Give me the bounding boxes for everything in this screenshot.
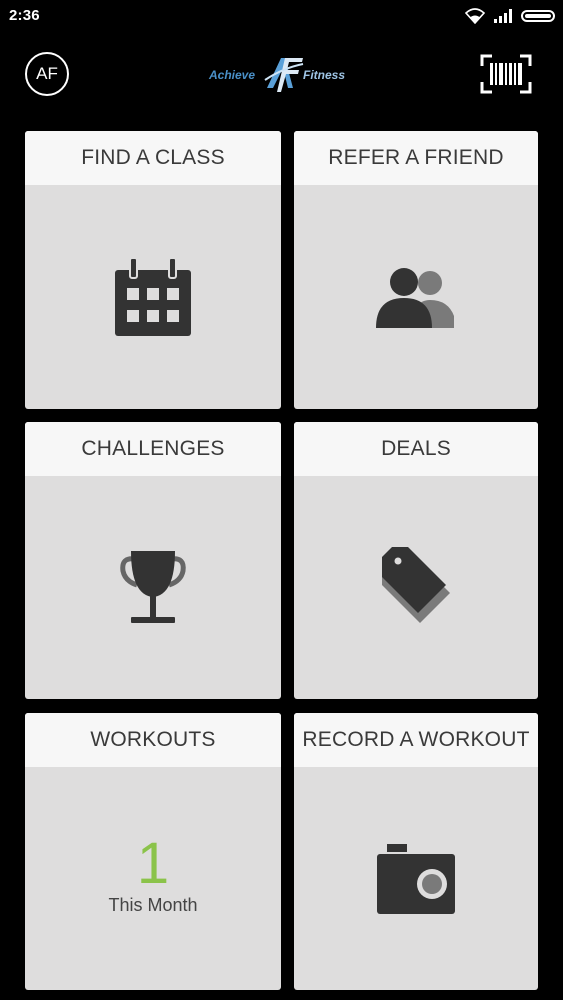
- camera-icon: [377, 843, 455, 914]
- barcode-icon[interactable]: [480, 54, 532, 94]
- tile-title: CHALLENGES: [25, 422, 281, 476]
- tile-title: REFER A FRIEND: [294, 131, 538, 185]
- tile-find-a-class[interactable]: FIND A CLASS: [25, 131, 281, 409]
- tile-deals[interactable]: DEALS: [294, 422, 538, 699]
- trophy-icon: [120, 550, 186, 623]
- avatar[interactable]: AF: [25, 52, 69, 96]
- tile-workouts[interactable]: WORKOUTS 1 This Month: [25, 713, 281, 990]
- tile-title: FIND A CLASS: [25, 131, 281, 185]
- tile-refer-a-friend[interactable]: REFER A FRIEND: [294, 131, 538, 409]
- tile-title: DEALS: [294, 422, 538, 476]
- tag-icon: [382, 546, 450, 623]
- tile-record-a-workout[interactable]: RECORD A WORKOUT: [294, 713, 538, 990]
- tile-title: WORKOUTS: [25, 713, 281, 767]
- logo-af-icon: [264, 58, 304, 92]
- status-bar: 2:36: [0, 0, 563, 32]
- workout-count-label: This Month: [108, 895, 198, 915]
- app-logo: Achieve Fitness: [207, 54, 357, 94]
- people-icon: [376, 268, 454, 328]
- calendar-icon: [115, 258, 191, 336]
- tile-challenges[interactable]: CHALLENGES: [25, 422, 281, 699]
- signal-icon: [494, 9, 512, 23]
- status-time: 2:36: [9, 7, 40, 24]
- avatar-initials: AF: [36, 64, 58, 83]
- wifi-icon: [465, 8, 485, 24]
- logo-word-right: Fitness: [303, 68, 346, 82]
- status-icons: [465, 7, 555, 25]
- tile-title: RECORD A WORKOUT: [294, 713, 538, 767]
- battery-icon: [521, 10, 555, 22]
- logo-word-left: Achieve: [209, 68, 256, 82]
- workout-count: 1: [136, 831, 170, 896]
